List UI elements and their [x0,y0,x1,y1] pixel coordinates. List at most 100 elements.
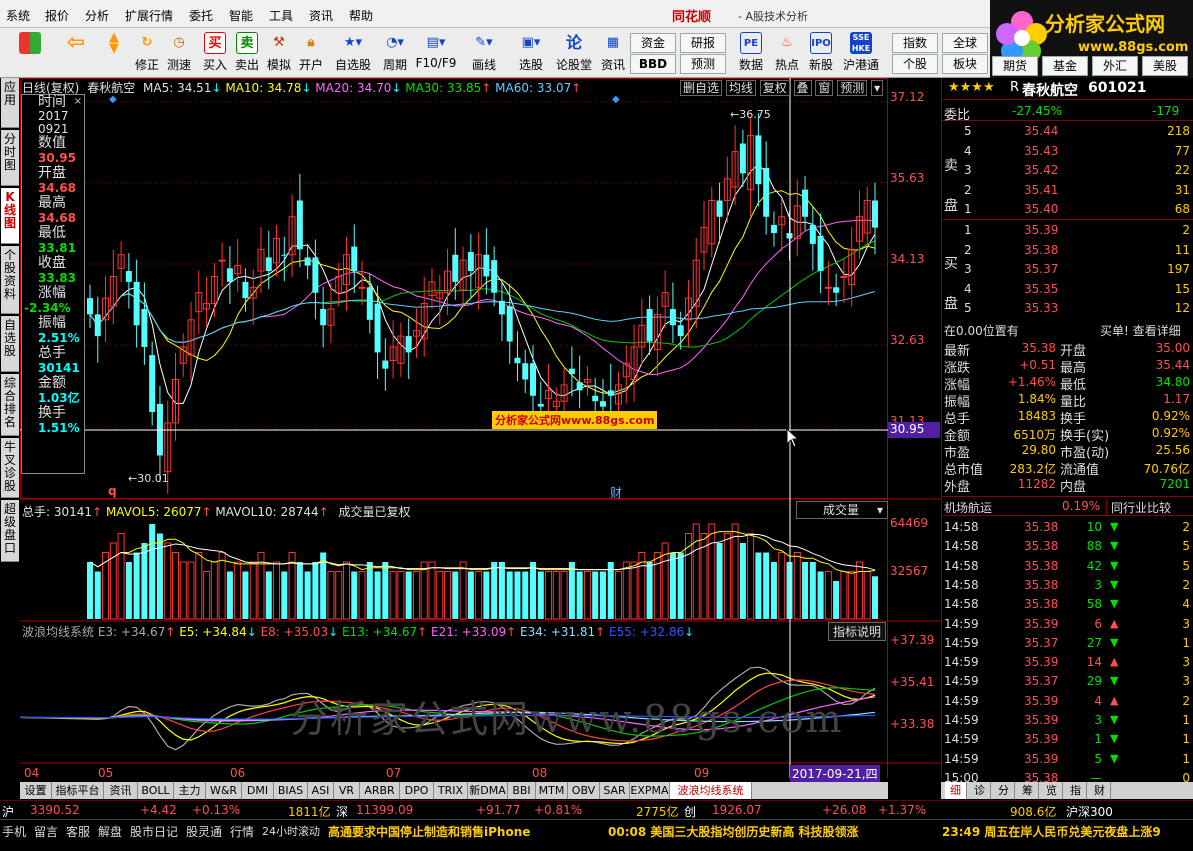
forum-button[interactable]: 论 论股堂 [554,30,594,76]
open-account-button[interactable]: 🔒︎ 开户 [296,30,326,76]
menu-trade[interactable]: 委托 [189,7,213,24]
period-button[interactable]: ◔▾ 周期 [378,30,412,76]
status-message[interactable]: 留言 [34,823,58,840]
forecast-button[interactable]: 预测 [680,54,726,74]
kline-chart-area[interactable]: 日线(复权) 春秋航空 MA5: 34.51↓ MA10: 34.78↓ MA2… [20,78,941,782]
period-mode[interactable]: 日线(复权) [22,81,79,95]
forex-button[interactable]: 外汇 [1092,56,1138,76]
news-ticker-1[interactable]: 高通要求中国停止制造和销售iPhone [328,823,530,840]
stock-button[interactable]: 个股 [892,54,938,74]
indicator-tab[interactable]: ARBR [360,782,400,799]
sell-button[interactable]: 卖 卖出 [232,30,262,76]
event-marker-icon-2[interactable]: ◆ [612,94,620,105]
simulate-button[interactable]: ⚒ 模拟 [264,30,294,76]
right-panel-tab[interactable]: 细 [945,782,967,799]
indicator-tab[interactable]: VR [334,782,360,799]
ma-toggle-button[interactable]: 均线 [725,80,756,96]
buy-level-row[interactable]: 5 35.33 12 [942,299,1193,318]
news-ticker-3[interactable]: 23:49 周五在岸人民币兑美元夜盘上涨9 [942,823,1161,840]
tab-watchlist[interactable]: 自选股 [1,316,19,372]
menu-help[interactable]: 帮助 [349,7,373,24]
right-panel-tab[interactable]: 筹 [1017,782,1039,799]
adjust-button[interactable]: 复权 [759,80,790,96]
indicator-tab[interactable]: 主力 [174,782,206,799]
status-lingtong[interactable]: 股灵通 [186,823,222,840]
sz-label[interactable]: 深 [336,803,348,820]
indicator-tab[interactable]: DPO [400,782,434,799]
buy-level-row[interactable]: 2 35.38 11 [942,241,1193,260]
fund-button[interactable]: 基金 [1042,56,1088,76]
menu-tools[interactable]: 工具 [269,7,293,24]
remove-watchlist-button[interactable]: 删自选 [680,80,723,96]
right-panel-tab[interactable]: 览 [1041,782,1063,799]
volume-indicator-select[interactable]: 成交量 ▾ [796,501,888,519]
header-dropdown-icon[interactable]: ▾ [871,80,884,96]
menu-extended[interactable]: 扩展行情 [125,7,173,24]
sell-level-row[interactable]: 4 35.43 77 [942,142,1193,161]
status-analysis[interactable]: 解盘 [98,823,122,840]
cy-label[interactable]: 创 [684,803,696,820]
indicator-tab[interactable]: W&R [206,782,242,799]
compare-button[interactable]: 同行业比较 [1106,499,1171,516]
stock-select-button[interactable]: ▣▾ 选股 [512,30,550,76]
indicator-tab[interactable]: OBV [568,782,600,799]
buy-level-row[interactable]: 3 35.37 197 [942,260,1193,279]
indicator-tab[interactable]: ASI [308,782,334,799]
sector-button[interactable]: 板块 [942,54,988,74]
indicator-tab[interactable]: 指标平台 [52,782,104,799]
data-button[interactable]: PE 数据 [736,30,766,76]
research-button[interactable]: 研报 [680,33,726,53]
indicator-tab[interactable]: 设置 [20,782,52,799]
buy-button[interactable]: 买 买入 [200,30,230,76]
right-panel-tab[interactable]: 指 [1065,782,1087,799]
tab-super-panel[interactable]: 超级盘口 [1,500,19,562]
right-panel-tab[interactable]: 诊 [969,782,991,799]
indicator-tab[interactable]: MTM [536,782,568,799]
layout-button[interactable] [14,30,46,76]
hs300-label[interactable]: 沪深300 [1066,803,1113,820]
financial-marker[interactable]: 财 [610,484,622,501]
indicator-tab[interactable]: DMI [242,782,274,799]
ipo-button[interactable]: IPO 新股 [806,30,836,76]
menu-news[interactable]: 资讯 [309,7,333,24]
menu-system[interactable]: 系统 [6,7,30,24]
tab-apps[interactable]: 应用 [1,78,19,128]
tab-kline[interactable]: K线图 [1,188,19,244]
buy-note-link[interactable]: 买单! 查看详细 [1100,322,1181,339]
draw-line-button[interactable]: ✎▾ 画线 [466,30,502,76]
tab-diagnosis[interactable]: 牛叉诊股 [1,438,19,498]
sector-name[interactable]: 机场航运 [944,499,992,516]
indicator-tab[interactable]: EXPMA [630,782,670,799]
updown-button[interactable]: ▲ ▼ [100,30,128,76]
futures-button[interactable]: 期货 [992,56,1038,76]
capital-button[interactable]: 资金 [630,33,676,53]
menu-smart[interactable]: 智能 [229,7,253,24]
window-button[interactable]: 窗 [815,80,834,96]
right-panel-tab[interactable]: 财 [1089,782,1111,799]
indicator-tab[interactable]: 资讯 [104,782,138,799]
bbd-button[interactable]: BBD [630,54,676,74]
kline-chart-svg[interactable] [20,78,941,778]
indicator-help-button[interactable]: 指标说明 [828,622,887,641]
buy-level-row[interactable]: 4 35.35 15 [942,280,1193,299]
sell-level-row[interactable]: 5 35.44 218 [942,122,1193,141]
status-service[interactable]: 客服 [66,823,90,840]
indicator-tab[interactable]: BOLL [138,782,174,799]
menu-analysis[interactable]: 分析 [85,7,109,24]
us-stock-button[interactable]: 美股 [1142,56,1188,76]
watchlist-button[interactable]: ★▾ 自选股 [332,30,374,76]
index-button[interactable]: 指数 [892,33,938,53]
status-diary[interactable]: 股市日记 [130,823,178,840]
indicator-tab[interactable]: BBI [508,782,536,799]
sell-level-row[interactable]: 1 35.40 68 [942,200,1193,219]
hk-connect-button[interactable]: SSE HKE 沪港通 [840,30,882,76]
sell-level-row[interactable]: 3 35.42 22 [942,161,1193,180]
sell-level-row[interactable]: 2 35.41 31 [942,181,1193,200]
hotspot-button[interactable]: ♨ 热点 [772,30,802,76]
tab-stock-profile[interactable]: 个股资料 [1,246,19,314]
indicator-tab[interactable]: TRIX [434,782,468,799]
news-ticker-2[interactable]: 00:08 美国三大股指均创历史新高 科技股领涨 [608,823,859,840]
indicator-tab[interactable]: 新DMA [468,782,508,799]
buy-level-row[interactable]: 1 35.39 2 [942,221,1193,240]
back-button[interactable]: ⇦ [60,30,92,76]
